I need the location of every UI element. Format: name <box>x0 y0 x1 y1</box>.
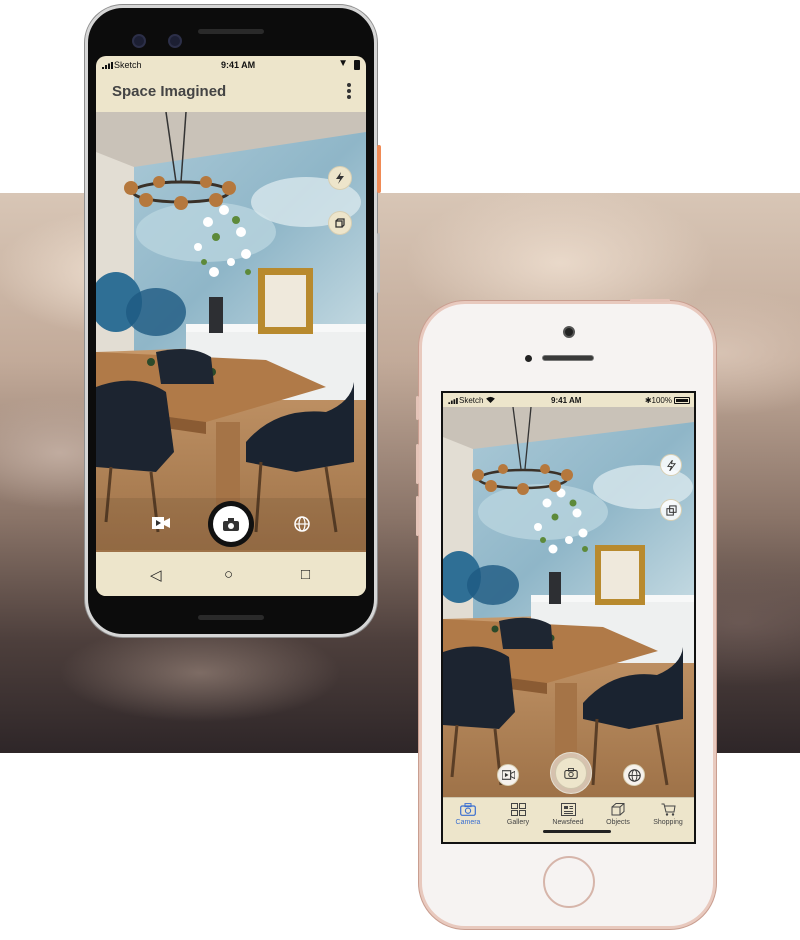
recents-icon[interactable]: □ <box>301 566 310 583</box>
objects-button[interactable] <box>328 211 352 235</box>
battery-percent: ✱100% <box>644 396 672 405</box>
iphone-screen: Sketch 9:41 AM ✱100% Camera Gallery News… <box>443 393 694 842</box>
top-speaker <box>198 29 264 34</box>
camera-icon <box>223 517 239 531</box>
home-indicator <box>543 830 611 833</box>
shutter-button[interactable] <box>208 501 254 547</box>
tab-gallery[interactable]: Gallery <box>493 803 543 826</box>
signal-icon <box>448 398 458 404</box>
battery-icon <box>354 60 360 70</box>
tab-shopping[interactable]: Shopping <box>643 803 693 826</box>
app-title: Space Imagined <box>112 83 227 100</box>
layers-icon <box>665 504 677 516</box>
cart-icon <box>661 803 676 816</box>
proximity-sensor <box>525 355 532 362</box>
dining-room-photo <box>96 112 366 552</box>
android-phone: Sketch 9:41 AM ▼ Space Imagined ◁ ○ □ <box>85 5 381 637</box>
shutter-button[interactable] <box>550 752 592 794</box>
home-icon[interactable]: ○ <box>224 566 233 583</box>
status-bar: Sketch 9:41 AM ▼ <box>96 56 366 74</box>
video-icon[interactable] <box>152 516 170 535</box>
capture-toolbar <box>96 498 366 550</box>
camera-icon <box>460 803 476 816</box>
newsfeed-icon <box>560 803 576 816</box>
tab-newsfeed[interactable]: Newsfeed <box>543 803 593 826</box>
grid-icon <box>510 803 526 816</box>
iphone: Sketch 9:41 AM ✱100% Camera Gallery News… <box>416 299 716 929</box>
camera-viewfinder[interactable] <box>443 407 694 797</box>
tab-label: Shopping <box>653 819 683 826</box>
flash-button[interactable] <box>660 454 682 476</box>
front-camera <box>563 326 575 338</box>
video-button[interactable] <box>497 764 519 786</box>
volume-button <box>377 233 380 293</box>
globe-icon <box>627 768 641 782</box>
back-icon[interactable]: ◁ <box>150 566 162 584</box>
power-button <box>377 145 381 193</box>
iphone-screen-bezel: Sketch 9:41 AM ✱100% Camera Gallery News… <box>441 391 696 844</box>
mute-switch <box>416 396 419 420</box>
signal-icon <box>102 62 113 69</box>
front-camera-right <box>168 34 182 48</box>
status-time: 9:41 AM <box>551 396 582 405</box>
volume-up-button <box>416 444 419 484</box>
home-button[interactable] <box>543 856 595 908</box>
flash-button[interactable] <box>328 166 352 190</box>
tab-label: Newsfeed <box>552 819 584 826</box>
status-time: 9:41 AM <box>221 60 256 70</box>
layers-button[interactable] <box>660 499 682 521</box>
showcase-canvas: Sketch 9:41 AM ▼ Space Imagined ◁ ○ □ Sk… <box>0 0 800 940</box>
wifi-icon: ▼ <box>338 58 348 69</box>
status-bar: Sketch 9:41 AM ✱100% <box>443 393 694 407</box>
battery-icon <box>674 397 690 404</box>
tab-label: Objects <box>606 819 630 826</box>
wifi-icon <box>485 396 495 403</box>
tab-objects[interactable]: Objects <box>593 803 643 826</box>
flash-icon <box>336 172 344 184</box>
power-button <box>630 299 670 302</box>
cube-icon <box>335 218 345 228</box>
video-icon <box>501 770 515 780</box>
carrier-label: Sketch <box>102 60 142 70</box>
bottom-speaker <box>198 615 264 620</box>
android-screen: Sketch 9:41 AM ▼ Space Imagined ◁ ○ □ <box>96 56 366 596</box>
flash-icon <box>666 459 676 471</box>
front-camera-left <box>132 34 146 48</box>
overflow-menu-icon[interactable] <box>344 82 354 104</box>
tab-bar: Camera Gallery Newsfeed Objects Shopping <box>443 797 694 842</box>
bluetooth-icon: ✱ <box>644 396 652 405</box>
globe-button[interactable] <box>623 764 645 786</box>
globe-icon[interactable] <box>294 516 310 537</box>
tab-label: Gallery <box>506 819 530 826</box>
tab-label: Camera <box>455 819 481 826</box>
camera-viewfinder[interactable] <box>96 112 366 552</box>
dining-room-photo <box>443 407 694 797</box>
camera-icon <box>564 767 578 779</box>
carrier-label: Sketch <box>448 396 495 405</box>
cube-icon <box>611 803 624 816</box>
android-nav-bar: ◁ ○ □ <box>96 552 366 596</box>
tab-camera[interactable]: Camera <box>443 803 493 826</box>
earpiece <box>542 355 594 361</box>
volume-down-button <box>416 496 419 536</box>
